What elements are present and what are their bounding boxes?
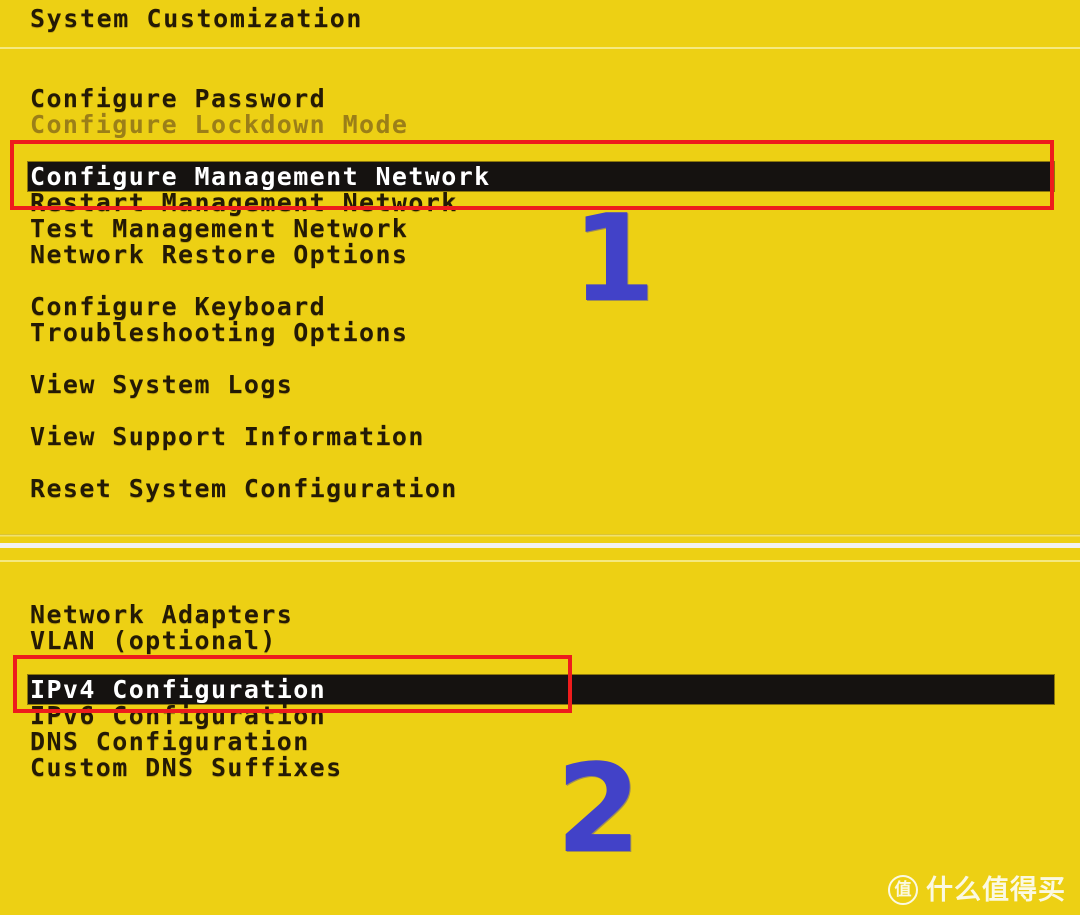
top-separator: [0, 560, 1080, 562]
menu-item-configure-password[interactable]: Configure Password: [30, 86, 326, 112]
screen-title: System Customization: [30, 4, 364, 33]
watermark-text: 什么值得买: [926, 874, 1066, 906]
title-separator: [0, 47, 1080, 49]
menu-item-configure-management-network[interactable]: Configure Management Network: [30, 164, 491, 190]
menu-item-custom-dns-suffixes[interactable]: Custom DNS Suffixes: [30, 755, 343, 781]
menu-item-troubleshooting-options[interactable]: Troubleshooting Options: [30, 320, 408, 346]
dcui-configure-management-network-screen: Network Adapters VLAN (optional) IPv4 Co…: [0, 548, 1080, 915]
menu-item-configure-lockdown-mode: Configure Lockdown Mode: [30, 110, 409, 139]
menu-item-vlan-optional[interactable]: VLAN (optional): [30, 628, 277, 654]
bottom-edge-separator: [0, 534, 1080, 537]
menu-item-network-adapters[interactable]: Network Adapters: [30, 602, 293, 628]
menu-item-ipv4-configuration[interactable]: IPv4 Configuration: [30, 677, 326, 703]
menu-item-configure-keyboard[interactable]: Configure Keyboard: [30, 294, 326, 320]
site-watermark: 值 什么值得买: [888, 875, 1066, 905]
watermark-logo-icon: 值: [888, 875, 918, 905]
menu-item-ipv6-configuration[interactable]: IPv6 Configuration: [30, 703, 326, 729]
annotation-step-number-1: 1: [572, 190, 656, 329]
menu-item-restart-management-network[interactable]: Restart Management Network: [30, 190, 458, 216]
menu-item-dns-configuration[interactable]: DNS Configuration: [30, 729, 310, 755]
dcui-system-customization-screen: System Customization Configure Password …: [0, 0, 1080, 545]
menu-item-network-restore-options[interactable]: Network Restore Options: [30, 242, 408, 268]
menu-item-view-system-logs[interactable]: View System Logs: [30, 372, 293, 398]
menu-item-test-management-network[interactable]: Test Management Network: [30, 216, 408, 242]
menu-item-view-support-information[interactable]: View Support Information: [30, 424, 425, 450]
menu-item-reset-system-configuration[interactable]: Reset System Configuration: [30, 476, 458, 502]
annotation-step-number-2: 2: [556, 738, 641, 880]
